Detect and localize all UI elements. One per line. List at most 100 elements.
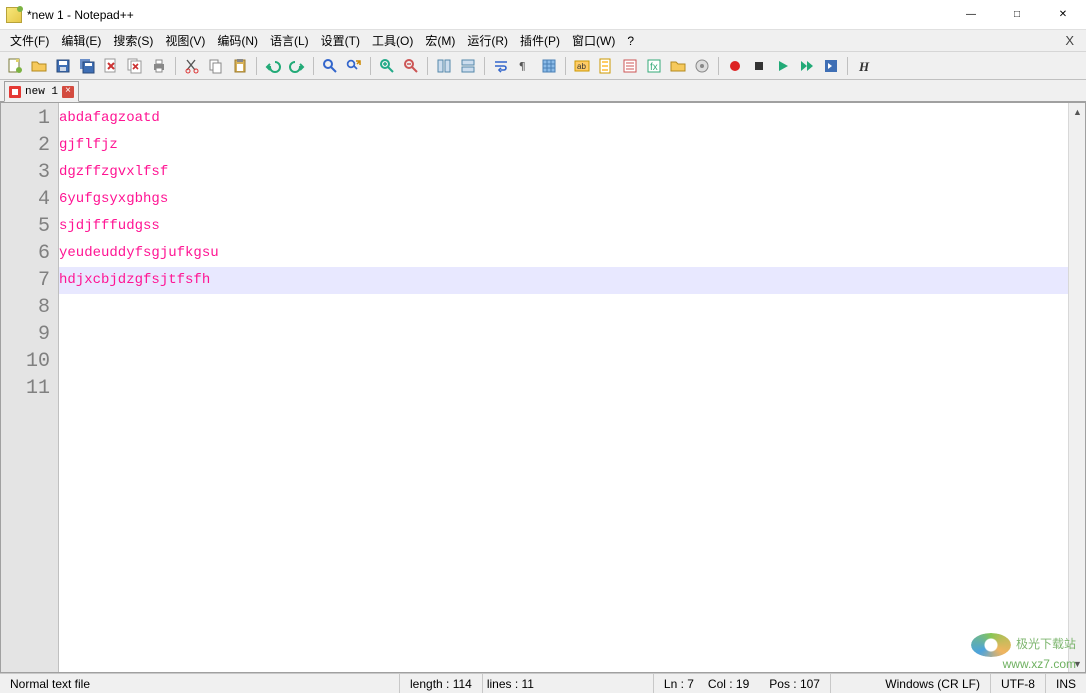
line-number: 10 <box>1 348 50 375</box>
svg-text:H: H <box>858 59 870 74</box>
code-line[interactable] <box>59 375 1068 402</box>
window-title: *new 1 - Notepad++ <box>27 8 948 22</box>
svg-text:fx: fx <box>650 62 658 73</box>
play-macro-icon[interactable] <box>772 55 794 77</box>
menu-plugins[interactable]: 插件(P) <box>514 30 566 51</box>
indent-guide-icon[interactable] <box>538 55 560 77</box>
wordwrap-icon[interactable] <box>490 55 512 77</box>
open-file-icon[interactable] <box>28 55 50 77</box>
code-line[interactable] <box>59 294 1068 321</box>
save-all-icon[interactable] <box>76 55 98 77</box>
new-file-icon[interactable] <box>4 55 26 77</box>
toolbar-separator <box>565 57 566 75</box>
close-window-button[interactable]: ✕ <box>1040 0 1086 29</box>
code-line[interactable]: gjflfjz <box>59 132 1068 159</box>
toolbar-separator <box>313 57 314 75</box>
monitor-icon[interactable] <box>691 55 713 77</box>
code-line[interactable]: yeudeuddyfsgjufkgsu <box>59 240 1068 267</box>
code-line[interactable] <box>59 321 1068 348</box>
status-encoding: UTF-8 <box>991 674 1046 693</box>
cut-icon[interactable] <box>181 55 203 77</box>
menu-language[interactable]: 语言(L) <box>264 30 315 51</box>
toolbar-separator <box>718 57 719 75</box>
line-number-gutter: 1234567891011 <box>1 103 59 672</box>
menu-run[interactable]: 运行(R) <box>461 30 514 51</box>
status-mode: INS <box>1046 674 1086 693</box>
toolbar: ¶ ab fx H <box>0 52 1086 80</box>
stop-macro-icon[interactable] <box>748 55 770 77</box>
line-number: 1 <box>1 105 50 132</box>
bold-h-icon[interactable]: H <box>853 55 875 77</box>
menu-file[interactable]: 文件(F) <box>4 30 55 51</box>
lang-icon[interactable]: ab <box>571 55 593 77</box>
zoom-out-icon[interactable] <box>400 55 422 77</box>
menu-settings[interactable]: 设置(T) <box>315 30 366 51</box>
status-col: Col : 19 <box>704 674 759 693</box>
code-line[interactable]: hdjxcbjdzgfsjtfsfh <box>59 267 1068 294</box>
line-number: 8 <box>1 294 50 321</box>
status-bar: Normal text file length : 114 lines : 11… <box>0 673 1086 693</box>
file-modified-icon <box>9 86 21 98</box>
scroll-down-icon[interactable]: ▼ <box>1069 655 1086 672</box>
menu-edit[interactable]: 编辑(E) <box>55 30 107 51</box>
status-length: length : 114 <box>400 674 483 693</box>
line-number: 5 <box>1 213 50 240</box>
doc-map-icon[interactable] <box>595 55 617 77</box>
menu-tools[interactable]: 工具(O) <box>366 30 419 51</box>
file-tab[interactable]: new 1 × <box>4 81 79 102</box>
status-ln: Ln : 7 <box>654 674 704 693</box>
tab-bar: new 1 × <box>0 80 1086 102</box>
maximize-button[interactable]: □ <box>994 0 1040 29</box>
status-eol: Windows (CR LF) <box>831 674 991 693</box>
sync-v-icon[interactable] <box>433 55 455 77</box>
toolbar-separator <box>484 57 485 75</box>
print-icon[interactable] <box>148 55 170 77</box>
toolbar-separator <box>256 57 257 75</box>
status-pos: Pos : 107 <box>759 674 831 693</box>
toolbar-separator <box>847 57 848 75</box>
vertical-scrollbar[interactable]: ▲ ▼ <box>1068 103 1085 672</box>
menu-window[interactable]: 窗口(W) <box>566 30 621 51</box>
code-line[interactable]: abdafagzoatd <box>59 105 1068 132</box>
close-all-icon[interactable] <box>124 55 146 77</box>
zoom-in-icon[interactable] <box>376 55 398 77</box>
minimize-button[interactable]: — <box>948 0 994 29</box>
paste-icon[interactable] <box>229 55 251 77</box>
line-number: 7 <box>1 267 50 294</box>
func-list-icon[interactable]: fx <box>643 55 665 77</box>
replace-icon[interactable] <box>343 55 365 77</box>
fast-macro-icon[interactable] <box>796 55 818 77</box>
svg-text:ab: ab <box>577 62 586 71</box>
toolbar-separator <box>427 57 428 75</box>
save-macro-icon[interactable] <box>820 55 842 77</box>
copy-icon[interactable] <box>205 55 227 77</box>
menu-encoding[interactable]: 编码(N) <box>211 30 264 51</box>
scroll-up-icon[interactable]: ▲ <box>1069 103 1086 120</box>
line-number: 9 <box>1 321 50 348</box>
menubar-close-button[interactable]: X <box>1057 33 1082 48</box>
menu-macro[interactable]: 宏(M) <box>419 30 461 51</box>
doc-list-icon[interactable] <box>619 55 641 77</box>
sync-h-icon[interactable] <box>457 55 479 77</box>
window-buttons: — □ ✕ <box>948 0 1086 29</box>
toolbar-separator <box>175 57 176 75</box>
folder-icon[interactable] <box>667 55 689 77</box>
code-area[interactable]: abdafagzoatdgjflfjzdgzffzgvxlfsf6yufgsyx… <box>59 103 1068 672</box>
menu-view[interactable]: 视图(V) <box>159 30 211 51</box>
code-line[interactable] <box>59 348 1068 375</box>
editor: 1234567891011 abdafagzoatdgjflfjzdgzffzg… <box>0 102 1086 673</box>
find-icon[interactable] <box>319 55 341 77</box>
all-chars-icon[interactable]: ¶ <box>514 55 536 77</box>
save-icon[interactable] <box>52 55 74 77</box>
close-icon[interactable] <box>100 55 122 77</box>
code-line[interactable]: sjdjfffudgss <box>59 213 1068 240</box>
file-tab-close-button[interactable]: × <box>62 86 74 98</box>
record-macro-icon[interactable] <box>724 55 746 77</box>
redo-icon[interactable] <box>286 55 308 77</box>
app-icon <box>6 7 22 23</box>
code-line[interactable]: 6yufgsyxgbhgs <box>59 186 1068 213</box>
menu-search[interactable]: 搜索(S) <box>107 30 159 51</box>
menu-help[interactable]: ? <box>621 32 640 50</box>
undo-icon[interactable] <box>262 55 284 77</box>
code-line[interactable]: dgzffzgvxlfsf <box>59 159 1068 186</box>
